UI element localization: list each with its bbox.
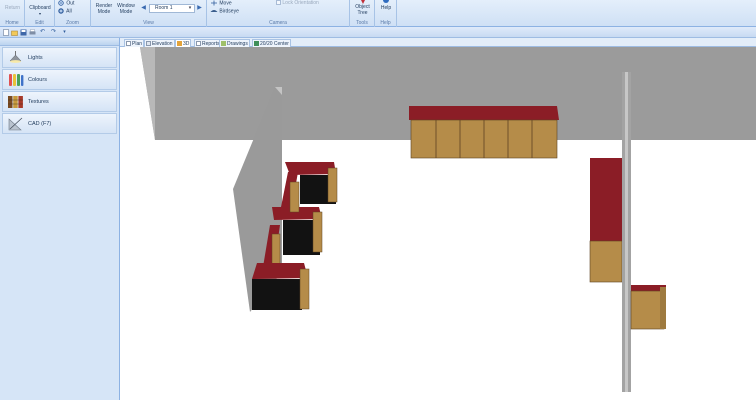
drawings-icon [221, 41, 226, 46]
left-panel-label-cad: CAD (F7) [28, 121, 52, 127]
help-label: Help [380, 5, 392, 11]
move-button[interactable]: Move [210, 0, 232, 6]
help-icon [383, 0, 389, 3]
left-panel-label-colours: Colours [28, 77, 47, 83]
3d-view-icon [177, 41, 182, 46]
view-tab-strip: Plan Elevation 3D Reports Drawings 20/20… [120, 38, 756, 47]
plan-icon [126, 41, 131, 46]
ribbon-group-camera: Move Birdseye Lock Orientation Camera [207, 0, 350, 27]
move-label: Move [219, 0, 232, 7]
paint-tubes-icon [9, 74, 24, 86]
lock-orientation-label: Lock Orientation [282, 0, 319, 6]
zoom-out-icon [58, 0, 64, 6]
return-label: Return [4, 5, 20, 11]
room-select[interactable]: Room 1 ▾ [149, 4, 195, 13]
tab-plan[interactable]: Plan [124, 39, 145, 47]
zoom-all-icon [58, 8, 64, 14]
clipboard-button[interactable]: Clipboard ▾ [26, 0, 54, 17]
back-wall-edge [140, 47, 155, 140]
reports-icon [196, 41, 201, 46]
quick-access-toolbar: ↶ ↷ ▾ [0, 27, 756, 38]
ribbon-group-zoom: Out All Zoom [55, 0, 91, 27]
open-folder-icon[interactable] [11, 29, 18, 36]
group-label-zoom: Zoom [66, 20, 79, 26]
3d-scene[interactable] [120, 47, 756, 400]
previous-room-icon[interactable]: ◀ [140, 4, 147, 13]
tab-drawings[interactable]: Drawings [219, 39, 250, 47]
right-small-cabinet [630, 285, 666, 330]
object-tree-button[interactable]: Object Tree [351, 0, 374, 16]
3d-viewport[interactable] [120, 47, 756, 400]
chevron-down-icon: ▾ [188, 5, 192, 11]
return-button[interactable]: Return [2, 0, 23, 11]
ribbon: Return Home Clipboard ▾ Edit Out All Zoo… [0, 0, 756, 27]
left-panel-label-textures: Textures [28, 99, 49, 105]
window-mode-label: Window Mode [117, 3, 135, 15]
group-label-home: Home [5, 20, 19, 26]
save-icon[interactable] [20, 29, 27, 36]
ribbon-group-tools: Object Tree Tools [350, 0, 375, 27]
right-partition-highlight [625, 72, 628, 392]
birdseye-icon [210, 10, 218, 12]
render-mode-label: Render Mode [95, 3, 113, 15]
left-panel-header [0, 38, 119, 46]
move-icon [211, 0, 217, 6]
undo-icon[interactable]: ↶ [39, 29, 46, 36]
left-panel-item-lights[interactable]: Lights [2, 47, 117, 68]
zoom-out-button[interactable]: Out [58, 0, 74, 6]
chevron-down-icon: ▾ [38, 11, 41, 16]
customize-toolbar-icon[interactable]: ▾ [61, 29, 68, 36]
render-mode-button[interactable]: Render Mode [93, 0, 115, 15]
tab-reports[interactable]: Reports [194, 39, 222, 47]
ribbon-group-home: Return Home [0, 0, 25, 27]
left-panel-item-colours[interactable]: Colours [2, 69, 117, 90]
left-panel-item-textures[interactable]: Textures [2, 91, 117, 112]
zoom-all-label: All [66, 8, 72, 15]
center-icon [254, 41, 259, 46]
lamp-icon [9, 51, 22, 63]
help-button[interactable]: Help [376, 0, 396, 11]
tab-elevation[interactable]: Elevation [144, 39, 175, 47]
ribbon-group-view: Render Mode Window Mode ◀ Room 1 ▾ ▶ Vie… [91, 0, 207, 27]
left-panel-item-cad[interactable]: CAD (F7) [2, 113, 117, 134]
new-file-icon[interactable] [2, 29, 9, 36]
redo-icon[interactable]: ↷ [50, 29, 57, 36]
lock-orientation-checkbox[interactable]: Lock Orientation [276, 0, 319, 6]
right-tall-cabinet [589, 158, 623, 283]
group-label-help: Help [380, 20, 391, 26]
left-panel: Lights Colours Textures CAD (F7) [0, 38, 120, 400]
elevation-icon [146, 41, 151, 46]
left-panel-label-lights: Lights [28, 55, 43, 61]
tab-3d[interactable]: 3D [175, 39, 192, 47]
zoom-out-label: Out [66, 0, 75, 7]
ribbon-group-help: Help Help [375, 0, 397, 27]
room-select-value: Room 1 [155, 5, 173, 11]
cad-set-square-icon [8, 117, 23, 131]
print-icon[interactable] [29, 29, 36, 36]
group-label-edit: Edit [35, 20, 44, 26]
group-label-view: View [143, 20, 154, 26]
object-tree-label: Object Tree [355, 4, 370, 16]
group-label-tools: Tools [356, 20, 368, 26]
birdseye-label: Birdseye [219, 8, 239, 15]
tab-2020-center[interactable]: 20/20 Center [252, 39, 291, 47]
next-room-icon[interactable]: ▶ [196, 4, 203, 13]
ribbon-group-edit: Clipboard ▾ Edit [25, 0, 55, 27]
group-label-camera: Camera [269, 20, 287, 26]
birdseye-button[interactable]: Birdseye [210, 8, 239, 14]
zoom-all-button[interactable]: All [58, 8, 72, 14]
checkbox-icon [276, 0, 281, 5]
texture-swatches-icon [8, 96, 23, 108]
window-mode-button[interactable]: Window Mode [115, 0, 137, 15]
back-wall-cabinet-run [409, 106, 559, 159]
